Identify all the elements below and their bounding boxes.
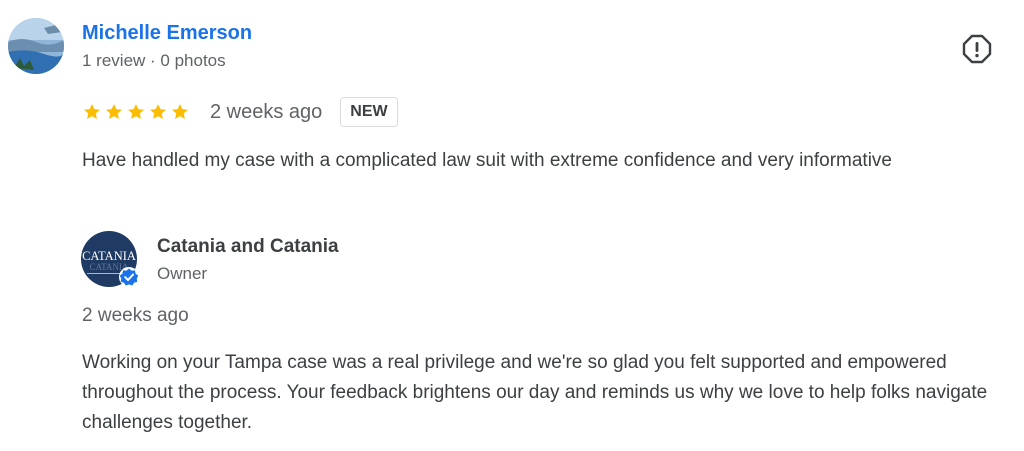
report-flag-icon[interactable]: [962, 34, 992, 64]
reviewer-meta: 1 review · 0 photos: [82, 51, 226, 70]
owner-avatar[interactable]: CATANIA CATANIA: [81, 231, 139, 289]
verified-badge-icon: [119, 267, 139, 287]
owner-role: Owner: [157, 264, 208, 283]
star-icon: [128, 104, 144, 119]
review-text: Have handled my case with a complicated …: [82, 150, 892, 171]
owner-avatar-logo-text: CATANIA: [82, 249, 136, 263]
reviewer-avatar-image: [8, 18, 64, 74]
rating-row: 2 weeks ago NEW: [82, 96, 398, 128]
star-icon: [150, 104, 166, 119]
reply-time: 2 weeks ago: [82, 305, 189, 326]
owner-name: Catania and Catania: [157, 236, 339, 257]
review-time: 2 weeks ago: [210, 100, 323, 123]
reply-text: Working on your Tampa case was a real pr…: [82, 352, 988, 433]
star-icon: [106, 104, 122, 119]
star-icon: [84, 104, 100, 119]
star-icon: [172, 104, 188, 119]
new-badge: NEW: [340, 97, 398, 127]
reviewer-name[interactable]: Michelle Emerson: [82, 22, 252, 45]
reviewer-avatar[interactable]: [8, 18, 64, 74]
star-rating: [82, 102, 190, 122]
